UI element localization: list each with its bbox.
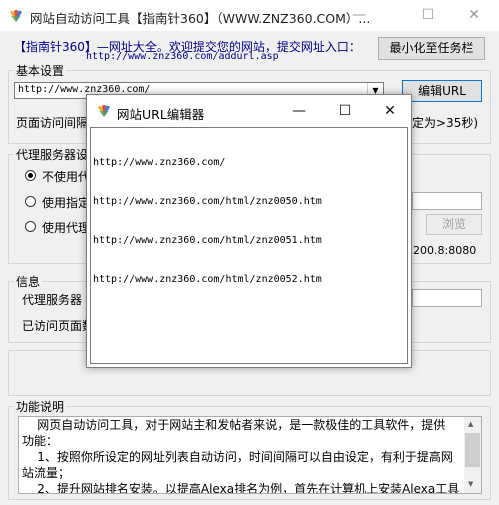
maximize-icon[interactable]: ☐ <box>322 95 368 127</box>
info-legend: 信息 <box>14 273 43 290</box>
radio-specified-proxy-label: 使用指定 <box>42 196 91 210</box>
url-editor-dialog: 网站URL编辑器 — ☐ ✕ http://www.znz360.com/ ht… <box>86 94 412 368</box>
main-titlebar[interactable]: 网站自动访问工具【指南针360】（WWW.ZNZ360.COM）... — ☐ … <box>0 0 499 31</box>
proxy-settings-legend: 代理服务器设 <box>14 146 91 163</box>
basic-settings-legend: 基本设置 <box>14 62 67 79</box>
url-line: http://www.znz360.com/html/znz0052.htm <box>93 274 322 285</box>
functions-textarea[interactable]: 网页自动访问工具，对于网站主和发帖者来说，是一款极佳的工具软件，提供 功能： 1… <box>18 416 482 494</box>
scroll-down-icon[interactable]: ▼ <box>468 480 473 488</box>
visited-pages-label: 已访问页面数 <box>22 319 95 333</box>
functions-line: 网页自动访问工具，对于网站主和发帖者来说，是一款极佳的工具软件，提供 <box>22 418 446 432</box>
proxy-address-input[interactable] <box>412 192 482 210</box>
url-line: http://www.znz360.com/html/znz0050.htm <box>93 196 322 207</box>
minimize-icon[interactable]: — <box>276 95 322 127</box>
browse-button[interactable]: 浏览 <box>426 214 482 235</box>
dialog-title: 网站URL编辑器 <box>117 107 205 122</box>
radio-use-proxy[interactable] <box>25 221 36 232</box>
edit-url-button[interactable]: 编辑URL <box>402 80 482 102</box>
app-logo-icon <box>10 10 22 22</box>
close-icon[interactable]: ✕ <box>367 95 413 127</box>
functions-text: 网页自动访问工具，对于网站主和发帖者来说，是一款极佳的工具软件，提供 功能： 1… <box>22 417 466 494</box>
url-list: http://www.znz360.com/ http://www.znz360… <box>93 130 322 312</box>
scrollbar-thumb[interactable] <box>465 433 480 467</box>
minimize-icon[interactable]: — <box>336 0 382 31</box>
main-title: 网站自动访问工具【指南针360】（WWW.ZNZ360.COM）... <box>30 11 371 26</box>
functions-scrollbar[interactable]: ▲ ▼ <box>464 417 481 493</box>
url-line: http://www.znz360.com/html/znz0051.htm <box>93 235 322 246</box>
radio-specified-proxy[interactable] <box>25 196 36 207</box>
scroll-up-icon[interactable]: ▲ <box>468 420 473 428</box>
proxy-server-field <box>412 289 482 307</box>
radio-use-proxy-label: 使用代理 <box>42 221 91 235</box>
maximize-icon[interactable]: ☐ <box>405 0 451 31</box>
functions-line: 站流量； <box>22 466 71 480</box>
interval-label: 页面访问间隔 <box>16 116 89 130</box>
radio-no-proxy-label: 不使用代 <box>42 170 91 184</box>
proxy-server-label: 代理服务器 <box>22 293 83 307</box>
radio-no-proxy[interactable] <box>25 170 36 181</box>
functions-line: 功能： <box>22 434 59 448</box>
close-icon[interactable]: ✕ <box>451 0 497 31</box>
addurl-link[interactable]: http://www.znz360.com/addurl.asp <box>86 51 279 62</box>
url-line: http://www.znz360.com/ <box>93 157 226 168</box>
functions-line: 2、提升网站排名安装。以提高Alexa排名为例，首先在计算机上安装Alexa工具 <box>22 482 460 494</box>
proxy-address-text: 200.8:8080 <box>413 244 477 257</box>
functions-line: 1、按照你所设定的网址列表自动访问，时间间隔可以自由设定，有利于提高网 <box>22 450 453 464</box>
dialog-titlebar[interactable]: 网站URL编辑器 — ☐ ✕ <box>87 95 411 127</box>
minimize-to-tray-button[interactable]: 最小化至任务栏 <box>378 37 485 60</box>
app-logo-icon <box>98 105 110 117</box>
functions-legend: 功能说明 <box>14 398 67 415</box>
url-list-textarea[interactable]: http://www.znz360.com/ http://www.znz360… <box>90 127 408 364</box>
interval-hint: 定为>35秒) <box>412 116 479 130</box>
